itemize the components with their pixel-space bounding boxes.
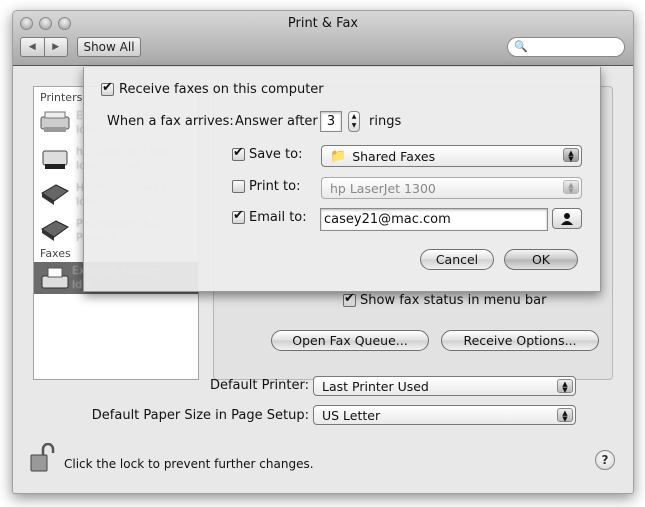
show-fax-status-checkbox[interactable] (343, 291, 356, 307)
cancel-button[interactable]: Cancel (420, 249, 494, 270)
show-fax-status-label: Show fax status in menu bar (360, 293, 547, 308)
address-book-button[interactable] (552, 208, 582, 229)
printer-icon (42, 150, 68, 169)
email-to-label: Email to: (249, 210, 307, 225)
print-to-popup[interactable]: hp LaserJet 1300 ▲ ▼ (321, 177, 582, 199)
email-to-checkbox[interactable] (232, 208, 245, 224)
forward-icon[interactable]: ▶ (45, 38, 68, 56)
show-fax-status-row[interactable]: Show fax status in menu bar (343, 291, 547, 308)
receive-options-button[interactable]: Receive Options... (441, 330, 599, 351)
print-to-checkbox[interactable] (232, 180, 245, 193)
rings-field[interactable]: 3 (320, 111, 342, 132)
when-fax-arrives-label: When a fax arrives: (107, 114, 234, 129)
save-to-checkbox[interactable] (232, 145, 245, 161)
answer-after-label: Answer after (235, 114, 318, 129)
print-fax-window: Print & Fax ◀ ▶ Show All 🔍 Printers East… (12, 10, 634, 494)
popup-arrows-icon: ▲ ▼ (563, 148, 579, 163)
paper-size-label: Default Paper Size in Page Setup: (91, 408, 309, 423)
person-icon (561, 212, 573, 225)
faxes-header: Faxes (40, 247, 71, 260)
printer-icon (41, 184, 69, 205)
lock-open-icon[interactable] (29, 443, 55, 473)
fax-icon (41, 267, 69, 289)
ok-button[interactable]: OK (504, 249, 578, 270)
window-title: Print & Fax (287, 16, 359, 31)
save-to-label: Save to: (249, 147, 303, 162)
save-to-row[interactable]: Save to: (232, 145, 303, 162)
printers-header: Printers (40, 91, 83, 104)
printer-icon (40, 111, 70, 132)
save-to-popup[interactable]: 📁 Shared Faxes ▲ ▼ (321, 145, 582, 167)
title-bar: Print & Fax ◀ ▶ Show All 🔍 (13, 11, 633, 66)
printer-icon (41, 220, 69, 241)
nav-segmented-control: ◀ ▶ (20, 37, 68, 57)
rings-label: rings (369, 114, 402, 129)
open-fax-queue-button[interactable]: Open Fax Queue... (271, 330, 429, 351)
email-to-input[interactable]: casey21@mac.com (320, 208, 548, 231)
lock-text: Click the lock to prevent further change… (64, 457, 314, 471)
folder-icon: 📁 (330, 148, 347, 164)
search-icon: 🔍 (514, 40, 528, 53)
default-printer-label: Default Printer: (209, 378, 309, 393)
print-to-value: hp LaserJet 1300 (330, 180, 436, 196)
receive-faxes-label: Receive faxes on this computer (119, 82, 324, 97)
default-printer-value: Last Printer Used (322, 378, 429, 394)
paper-size-popup[interactable]: US Letter ▲ ▼ (313, 405, 576, 425)
help-button[interactable]: ? (595, 450, 615, 470)
receive-faxes-checkbox[interactable] (101, 80, 114, 96)
popup-arrows-icon: ▲ ▼ (563, 180, 579, 195)
popup-arrows-icon: ▲ ▼ (557, 408, 573, 423)
email-to-row[interactable]: Email to: (232, 208, 307, 225)
save-to-value: Shared Faxes (352, 148, 436, 164)
print-to-label: Print to: (249, 179, 301, 194)
fax-receive-sheet: Receive faxes on this computer When a fa… (83, 67, 601, 292)
print-to-row[interactable]: Print to: (232, 179, 300, 194)
show-all-button[interactable]: Show All (77, 37, 141, 57)
receive-faxes-row[interactable]: Receive faxes on this computer (101, 80, 324, 97)
search-input[interactable]: 🔍 (507, 37, 625, 57)
popup-arrows-icon: ▲ ▼ (557, 379, 573, 394)
back-icon[interactable]: ◀ (21, 38, 45, 56)
rings-stepper[interactable]: ▲ ▼ (348, 111, 360, 132)
paper-size-value: US Letter (322, 407, 381, 423)
default-printer-popup[interactable]: Last Printer Used ▲ ▼ (313, 376, 576, 396)
